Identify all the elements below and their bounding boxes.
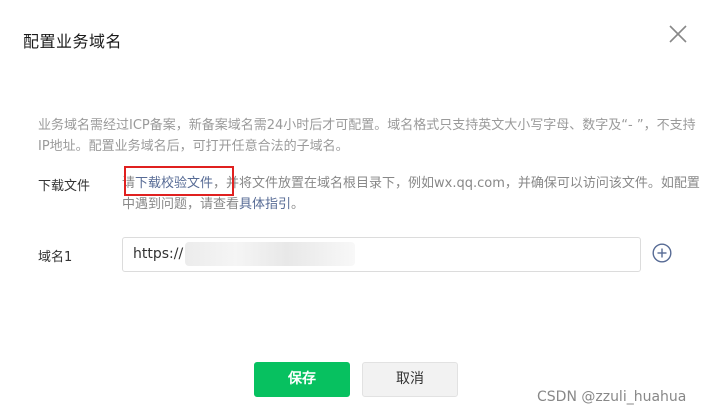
download-suffix: 。: [291, 197, 305, 212]
add-domain-icon[interactable]: [652, 243, 672, 263]
domain-input[interactable]: https://: [122, 237, 641, 272]
domain-label: 域名1: [38, 250, 73, 265]
download-label: 下载文件: [38, 179, 91, 194]
download-prefix: 请: [122, 176, 136, 191]
description-text: 业务域名需经过ICP备案，新备案域名需24小时后才可配置。域名格式只支持英文大小…: [38, 118, 696, 154]
dialog-title: 配置业务域名: [23, 32, 123, 51]
save-button[interactable]: 保存: [254, 362, 350, 397]
download-instructions: 请下载校验文件，并将文件放置在域名根目录下，例如wx.qq.com，并确保可以访…: [122, 173, 702, 215]
guide-link[interactable]: 具体指引: [239, 197, 291, 212]
download-verify-file-link[interactable]: 下载校验文件: [135, 176, 213, 191]
domain-input-value: https://: [133, 246, 184, 262]
cancel-button[interactable]: 取消: [362, 362, 458, 397]
watermark: CSDN @zzuli_huahua: [537, 389, 687, 405]
close-icon[interactable]: [664, 20, 692, 48]
redacted-blur: [185, 242, 356, 266]
